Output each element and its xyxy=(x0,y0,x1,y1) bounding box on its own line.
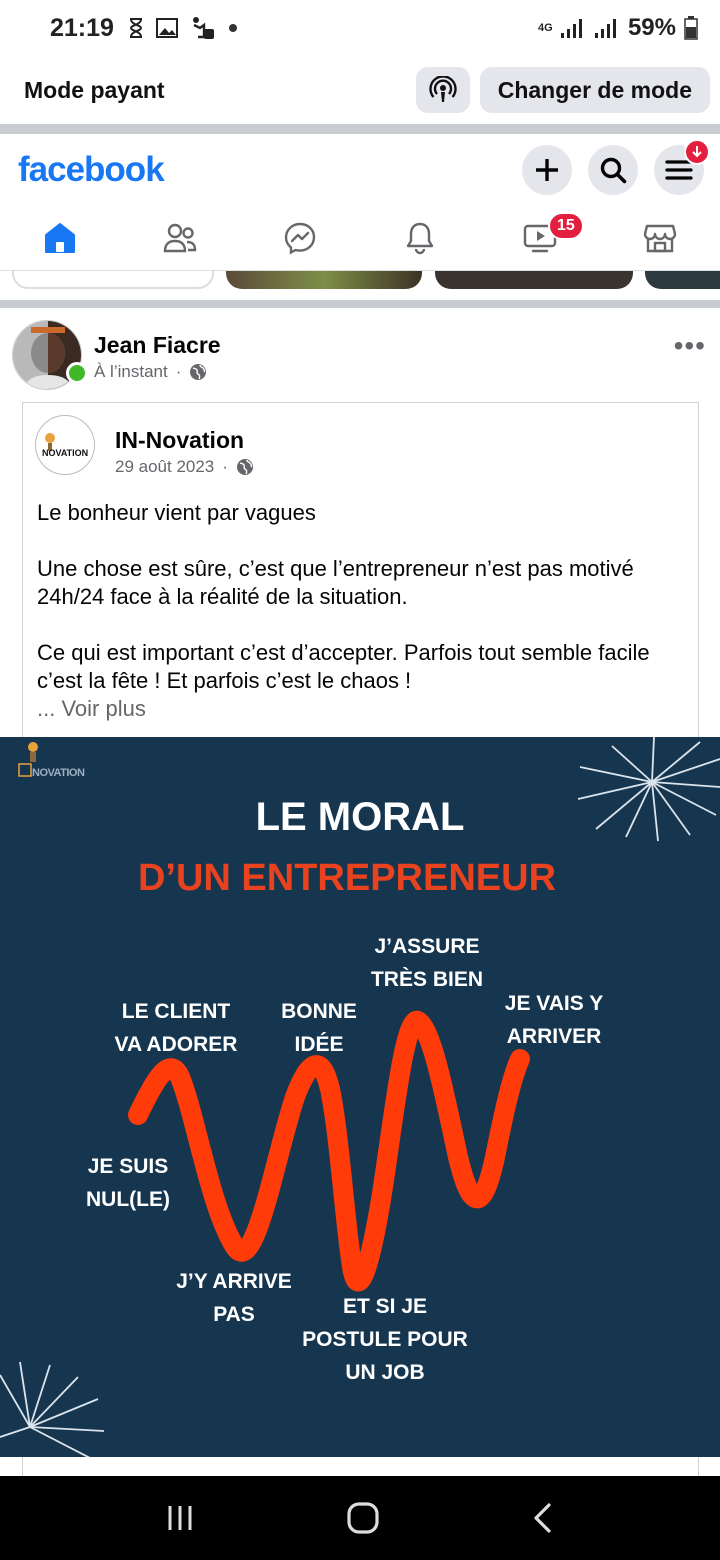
divider xyxy=(0,300,720,308)
label-line: VA ADORER xyxy=(114,1033,238,1056)
label-line: J’Y ARRIVE xyxy=(176,1270,292,1293)
friends-icon xyxy=(163,223,197,253)
story-card[interactable] xyxy=(226,271,422,289)
see-more-link[interactable]: ... Voir plus xyxy=(37,695,691,723)
more-options-icon[interactable]: ••• xyxy=(674,330,706,362)
post-meta: À l’instant · xyxy=(94,362,207,382)
broadcast-icon xyxy=(429,76,457,102)
tab-notifications[interactable] xyxy=(360,206,480,270)
post-body: Le bonheur vient par vagues Une chose es… xyxy=(37,499,691,723)
label-line: NUL(LE) xyxy=(86,1188,170,1211)
tab-marketplace[interactable] xyxy=(600,206,720,270)
gallery-icon xyxy=(155,18,178,38)
post-time[interactable]: À l’instant xyxy=(94,362,168,382)
dot-icon xyxy=(228,24,237,32)
recent-apps-icon[interactable] xyxy=(165,1503,195,1533)
system-nav-bar xyxy=(0,1476,720,1560)
online-status-dot xyxy=(66,362,88,384)
shared-page-name[interactable]: IN-Novation xyxy=(115,427,244,454)
label-line: BONNE xyxy=(281,1000,357,1023)
poster-watermark: NOVATION xyxy=(32,767,85,779)
post-image[interactable]: NOVATION LE MORAL D’UN ENTREPRENEUR LE C… xyxy=(0,737,720,1457)
plus-icon xyxy=(536,159,558,181)
globe-icon xyxy=(236,459,253,475)
label-line: ARRIVER xyxy=(506,1025,602,1048)
search-button[interactable] xyxy=(588,145,638,195)
label-line: POSTULE POUR xyxy=(302,1328,468,1351)
poster-label: J’ASSURE TRÈS BIEN xyxy=(362,930,492,996)
messenger-icon xyxy=(284,222,316,255)
facebook-logo[interactable]: facebook xyxy=(18,150,165,190)
network-type: 4G xyxy=(537,21,553,34)
clock: 21:19 xyxy=(50,13,114,42)
label-line: JE VAIS Y xyxy=(504,992,604,1015)
divider xyxy=(0,124,720,134)
poster-label: J’Y ARRIVE PAS xyxy=(168,1265,300,1331)
label-line: UN JOB xyxy=(345,1361,425,1384)
post-paragraph: Une chose est sûre, c’est que l’entrepre… xyxy=(37,556,634,609)
page-avatar[interactable]: NOVATION xyxy=(35,415,95,475)
story-card-create[interactable] xyxy=(12,271,214,289)
meta-separator: · xyxy=(222,457,228,476)
post-author[interactable]: Jean Fiacre xyxy=(94,332,221,359)
hourglass-icon xyxy=(129,18,142,38)
home-button-icon[interactable] xyxy=(346,1501,380,1535)
tab-video[interactable]: 15 xyxy=(480,206,600,270)
meta-separator: · xyxy=(175,362,182,381)
search-icon xyxy=(600,157,627,184)
change-mode-button[interactable]: Changer de mode xyxy=(479,67,710,113)
label-line: IDÉE xyxy=(294,1033,344,1056)
battery-percent: 59% xyxy=(627,14,676,41)
story-card[interactable] xyxy=(645,271,720,289)
post-header: Jean Fiacre À l’instant · ••• xyxy=(0,308,720,398)
tab-home[interactable] xyxy=(0,206,120,270)
tab-friends[interactable] xyxy=(120,206,240,270)
post-paragraph: Le bonheur vient par vagues xyxy=(37,500,316,525)
poster-subtitle: D’UN ENTREPRENEUR xyxy=(137,857,557,899)
marketplace-icon xyxy=(643,224,677,253)
label-line: ET SI JE xyxy=(342,1295,428,1318)
poster-label: JE SUIS NUL(LE) xyxy=(78,1150,178,1216)
app-header: facebook xyxy=(0,134,720,206)
label-line: TRÈS BIEN xyxy=(370,968,483,991)
label-line: LE CLIENT xyxy=(121,1000,231,1023)
post-paragraph: Ce qui est important c’est d’accepter. P… xyxy=(37,640,650,693)
poster-title: LE MORAL xyxy=(255,795,465,839)
status-bar: 21:19 4G 59% xyxy=(0,0,720,56)
home-icon xyxy=(45,223,75,253)
accessibility-icon xyxy=(192,17,214,39)
create-button[interactable] xyxy=(522,145,572,195)
broadcast-button[interactable] xyxy=(415,67,470,113)
main-tabs: 15 xyxy=(0,206,720,270)
poster-label: JE VAIS Y ARRIVER xyxy=(494,987,614,1053)
shared-post-date[interactable]: 29 août 2023 xyxy=(115,457,214,477)
innovation-logo-icon: NOVATION xyxy=(42,433,88,458)
signal-2-icon xyxy=(594,19,616,38)
globe-icon xyxy=(190,364,207,380)
label-line: PAS xyxy=(213,1303,255,1326)
menu-button[interactable] xyxy=(654,139,710,195)
battery-icon xyxy=(684,16,698,40)
page-logo-text: NOVATION xyxy=(42,448,88,458)
story-card[interactable] xyxy=(435,271,633,289)
poster-label: ET SI JE POSTULE POUR UN JOB xyxy=(296,1290,474,1389)
update-badge xyxy=(684,139,710,165)
download-arrow-icon xyxy=(692,146,702,158)
stories-strip[interactable] xyxy=(0,270,720,292)
mode-bar: Mode payant Changer de mode xyxy=(0,56,720,124)
poster-label: BONNE IDÉE xyxy=(270,995,368,1061)
bell-icon xyxy=(406,222,434,255)
video-badge: 15 xyxy=(548,212,584,240)
label-line: JE SUIS xyxy=(87,1155,169,1178)
label-line: J’ASSURE xyxy=(374,935,480,958)
poster-label: LE CLIENT VA ADORER xyxy=(110,995,242,1061)
mode-label: Mode payant xyxy=(24,76,165,103)
signal-icon xyxy=(560,19,582,38)
shared-post-meta: 29 août 2023 · xyxy=(115,457,254,477)
back-icon[interactable] xyxy=(531,1501,555,1535)
tab-messenger[interactable] xyxy=(240,206,360,270)
